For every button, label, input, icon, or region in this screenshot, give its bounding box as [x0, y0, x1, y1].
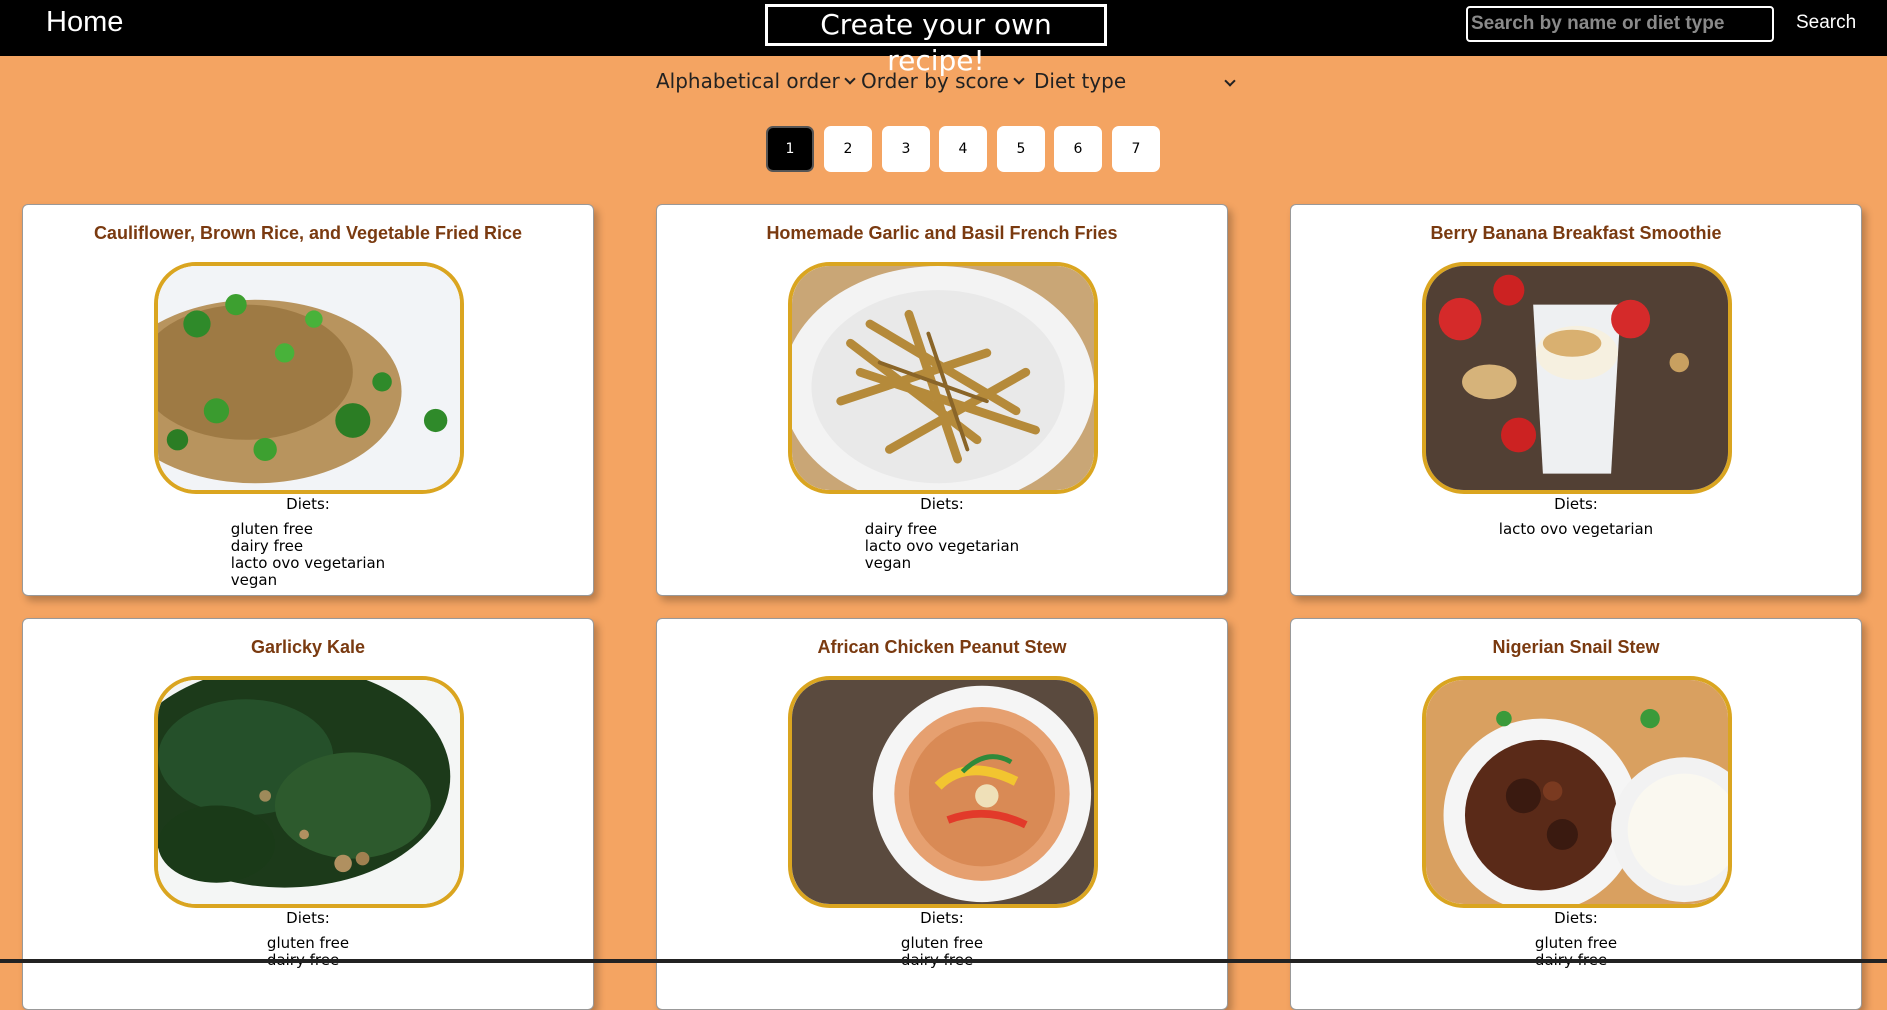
- recipe-image[interactable]: [154, 676, 464, 908]
- recipe-image[interactable]: [788, 262, 1098, 494]
- recipe-title[interactable]: Cauliflower, Brown Rice, and Vegetable F…: [23, 223, 593, 244]
- diet-item: lacto ovo vegetarian: [864, 537, 1020, 555]
- recipe-image[interactable]: [1422, 262, 1732, 494]
- diets-label: Diets:: [286, 909, 330, 927]
- diet-item: lacto ovo vegetarian: [230, 554, 386, 572]
- recipe-card[interactable]: Homemade Garlic and Basil French Fries D…: [656, 204, 1228, 596]
- diets-label: Diets:: [920, 495, 964, 513]
- diet-item: vegan: [230, 571, 278, 589]
- home-link[interactable]: Home: [46, 6, 123, 39]
- diet-list: gluten free dairy free: [657, 935, 1227, 969]
- diet-list: gluten free dairy free lacto ovo vegetar…: [23, 521, 593, 589]
- diet-item: lacto ovo vegetarian: [1498, 520, 1654, 538]
- search-button[interactable]: Search: [1796, 12, 1856, 34]
- order-by-score-dropdown[interactable]: Order by score: [861, 69, 1025, 93]
- recipe-card[interactable]: Berry Banana Breakfast Smoothie Diets: l…: [1290, 204, 1862, 596]
- chevron-down-icon: [844, 73, 856, 85]
- recipe-title[interactable]: Nigerian Snail Stew: [1291, 637, 1861, 658]
- diet-item: vegan: [864, 554, 912, 572]
- diet-item: gluten free: [900, 934, 984, 952]
- recipe-card[interactable]: Cauliflower, Brown Rice, and Vegetable F…: [22, 204, 594, 596]
- diet-item: dairy free: [864, 520, 938, 538]
- page-button-5[interactable]: 5: [997, 126, 1045, 172]
- diet-item: dairy free: [230, 537, 304, 555]
- recipe-title[interactable]: African Chicken Peanut Stew: [657, 637, 1227, 658]
- diet-type-label: Diet type: [1034, 69, 1127, 93]
- bottom-border: [0, 959, 1887, 963]
- page-button-7[interactable]: 7: [1112, 126, 1160, 172]
- alphabetical-order-label: Alphabetical order: [656, 69, 840, 93]
- page-button-6[interactable]: 6: [1054, 126, 1102, 172]
- recipe-image[interactable]: [154, 262, 464, 494]
- diets-label: Diets:: [920, 909, 964, 927]
- diet-list: lacto ovo vegetarian: [1291, 521, 1861, 538]
- create-recipe-button[interactable]: Create your own recipe!: [765, 4, 1107, 77]
- navbar: Home Create your own recipe! Search: [0, 0, 1887, 77]
- page-button-3[interactable]: 3: [882, 126, 930, 172]
- recipe-image[interactable]: [1422, 676, 1732, 908]
- diet-list: dairy free lacto ovo vegetarian vegan: [657, 521, 1227, 572]
- diet-list: gluten free dairy free: [23, 935, 593, 969]
- recipe-title[interactable]: Garlicky Kale: [23, 637, 593, 658]
- page-button-4[interactable]: 4: [939, 126, 987, 172]
- diets-label: Diets:: [1554, 909, 1598, 927]
- chevron-down-icon: [1224, 75, 1236, 87]
- search-input[interactable]: [1466, 6, 1774, 42]
- recipe-title[interactable]: Berry Banana Breakfast Smoothie: [1291, 223, 1861, 244]
- order-by-score-label: Order by score: [861, 69, 1009, 93]
- diet-type-select[interactable]: Diet type: [1034, 69, 1236, 93]
- chevron-down-icon: [1013, 73, 1025, 85]
- recipe-title[interactable]: Homemade Garlic and Basil French Fries: [657, 223, 1227, 244]
- page-button-2[interactable]: 2: [824, 126, 872, 172]
- diets-label: Diets:: [286, 495, 330, 513]
- diet-list: gluten free dairy free: [1291, 935, 1861, 969]
- recipe-card[interactable]: African Chicken Peanut Stew Diets: glute…: [656, 618, 1228, 1010]
- diet-item: gluten free: [230, 520, 313, 538]
- diet-item: gluten free: [1534, 934, 1618, 952]
- page-button-1[interactable]: 1: [766, 126, 814, 172]
- alphabetical-order-dropdown[interactable]: Alphabetical order: [656, 69, 856, 93]
- diets-label: Diets:: [1554, 495, 1598, 513]
- diet-item: gluten free: [266, 934, 350, 952]
- recipe-card[interactable]: Nigerian Snail Stew Diets: gluten free d…: [1290, 618, 1862, 1010]
- recipe-image[interactable]: [788, 676, 1098, 908]
- recipe-card[interactable]: Garlicky Kale Diets: gluten free dairy f…: [22, 618, 594, 1010]
